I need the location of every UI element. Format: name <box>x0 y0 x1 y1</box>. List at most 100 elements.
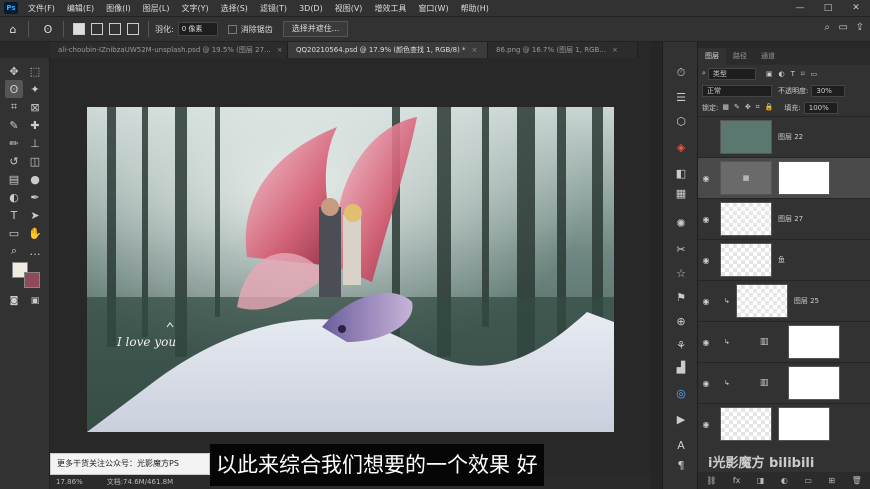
workspace-icon[interactable]: ▭ <box>839 22 848 33</box>
menu-edit[interactable]: 编辑(E) <box>61 3 100 14</box>
brush-panel-icon[interactable]: ✺ <box>672 214 690 232</box>
layer-row[interactable]: ◉ ↳ ▥ <box>698 362 870 403</box>
paragraph-icon[interactable]: ¶ <box>672 456 690 474</box>
menu-file[interactable]: 文件(F) <box>22 3 61 14</box>
add-mask-icon[interactable]: ◨ <box>757 476 765 485</box>
frame-tool-icon[interactable]: ⊠ <box>26 98 44 116</box>
eraser-tool-icon[interactable]: ◫ <box>26 152 44 170</box>
add-selection-icon[interactable] <box>91 23 103 35</box>
menu-type[interactable]: 文字(Y) <box>175 3 214 14</box>
properties-panel-icon[interactable]: ◧ <box>672 164 690 182</box>
antialias-checkbox[interactable] <box>227 24 237 34</box>
subtract-selection-icon[interactable] <box>109 23 121 35</box>
link-layers-icon[interactable]: ⛓ <box>706 476 716 485</box>
document-image[interactable]: I love you <box>87 107 614 432</box>
menu-view[interactable]: 视图(V) <box>329 3 369 14</box>
close-tab-icon[interactable]: × <box>277 46 283 54</box>
eye-icon[interactable]: ◉ <box>698 174 714 183</box>
eye-icon[interactable]: ◉ <box>698 297 714 306</box>
fx-icon[interactable]: fx <box>733 476 741 485</box>
info-panel-icon[interactable]: ⚘ <box>672 336 690 354</box>
eye-icon[interactable]: ◉ <box>698 256 714 265</box>
paragraph-panel-icon[interactable]: ⚑ <box>672 288 690 306</box>
magic-wand-icon[interactable]: ✦ <box>26 80 44 98</box>
background-color-swatch[interactable] <box>24 272 40 288</box>
zoom-tool-icon[interactable]: ⌕ <box>5 242 23 260</box>
close-tab-icon[interactable]: × <box>612 46 618 54</box>
feather-input[interactable]: 0 像素 <box>177 22 218 36</box>
healing-brush-icon[interactable]: ✚ <box>26 116 44 134</box>
close-tab-icon[interactable]: × <box>472 46 478 54</box>
gradient-tool-icon[interactable]: ▤ <box>5 170 23 188</box>
menu-plugins[interactable]: 增效工具 <box>368 3 412 14</box>
play-panel-icon[interactable]: ▶ <box>672 410 690 428</box>
actions-panel-icon[interactable]: ⊕ <box>672 312 690 330</box>
screen-mode-icon[interactable]: ▣ <box>26 292 44 310</box>
home-icon[interactable]: ⌂ <box>4 20 22 38</box>
tab-layers[interactable]: 图层 <box>698 48 726 65</box>
eyedropper-icon[interactable]: ✎ <box>5 116 23 134</box>
tab-document-2[interactable]: QQ20210564.psd @ 17.9% (颜色查找 1, RGB/8) *… <box>288 42 488 58</box>
layer-row[interactable]: ◉ 鱼 <box>698 239 870 280</box>
zoom-level[interactable]: 17.86% <box>56 478 83 486</box>
dodge-tool-icon[interactable]: ◐ <box>5 188 23 206</box>
tab-paths[interactable]: 路径 <box>726 48 754 65</box>
history-panel-icon[interactable]: ⏱ <box>672 64 690 82</box>
eye-icon[interactable]: ◉ <box>698 338 714 347</box>
menu-help[interactable]: 帮助(H) <box>455 3 495 14</box>
minimize-icon[interactable]: — <box>786 0 814 16</box>
tab-channels[interactable]: 通道 <box>754 48 782 65</box>
share-icon[interactable]: ⇪ <box>856 22 864 33</box>
pen-tool-icon[interactable]: ✒ <box>26 188 44 206</box>
layer-row[interactable]: 图层 22 <box>698 116 870 157</box>
libraries-panel-icon[interactable]: ◈ <box>672 138 690 156</box>
group-icon[interactable]: ▭ <box>804 476 812 485</box>
new-selection-icon[interactable] <box>73 23 85 35</box>
new-layer-icon[interactable]: ⊞ <box>828 476 835 485</box>
lasso-tool-icon[interactable]: ʘ <box>5 80 23 98</box>
blur-tool-icon[interactable]: ● <box>26 170 44 188</box>
menu-select[interactable]: 选择(S) <box>215 3 254 14</box>
menu-filter[interactable]: 滤镜(T) <box>254 3 293 14</box>
layer-row[interactable]: ◉ ↳ 图层 25 <box>698 280 870 321</box>
eye-icon[interactable]: ◉ <box>698 215 714 224</box>
marquee-tool-icon[interactable]: ⬚ <box>26 62 44 80</box>
menu-layer[interactable]: 图层(L) <box>137 3 176 14</box>
path-select-icon[interactable]: ➤ <box>26 206 44 224</box>
menu-3d[interactable]: 3D(D) <box>293 4 329 13</box>
blend-mode-select[interactable]: 正常 <box>702 84 772 97</box>
lasso-tool-icon[interactable]: ʘ <box>39 20 57 38</box>
navigator-panel-icon[interactable]: ◎ <box>672 384 690 402</box>
search-icon[interactable]: ⌕ <box>824 22 830 33</box>
eye-icon[interactable]: ◉ <box>698 420 714 429</box>
hand-tool-icon[interactable]: ✋ <box>26 224 44 242</box>
adjustment-layer-icon[interactable]: ◐ <box>781 476 788 485</box>
eye-icon[interactable]: ◉ <box>698 379 714 388</box>
intersect-selection-icon[interactable] <box>127 23 139 35</box>
crop-tool-icon[interactable]: ⌗ <box>5 98 23 116</box>
3d-panel-icon[interactable]: ⬡ <box>672 112 690 130</box>
shape-tool-icon[interactable]: ▭ <box>5 224 23 242</box>
layer-row[interactable]: ◉ ▦ <box>698 157 870 198</box>
brush-tool-icon[interactable]: ✏ <box>5 134 23 152</box>
adjustments-panel-icon[interactable]: ☰ <box>672 88 690 106</box>
layer-row[interactable]: ◉ ↳ ▥ <box>698 321 870 362</box>
fill-input[interactable]: 100% <box>803 101 838 114</box>
layer-row[interactable]: ◉ <box>698 403 870 444</box>
filter-icons[interactable]: ▣◐T⌑▭ <box>766 70 823 78</box>
stamp-tool-icon[interactable]: ⊥ <box>26 134 44 152</box>
quick-mask-icon[interactable]: ◙ <box>5 292 23 310</box>
character-panel-icon[interactable]: A <box>672 436 690 454</box>
lock-icons[interactable]: ▦✎✥⌗🔒 <box>722 103 778 112</box>
select-and-mask-button[interactable]: 选择并遮住... <box>282 21 349 37</box>
type-tool-icon[interactable]: T <box>5 206 23 224</box>
tab-document-1[interactable]: ali-choubin-IZnibzaUW52M-unsplash.psd @ … <box>50 42 288 58</box>
more-tools-icon[interactable]: … <box>26 242 44 260</box>
delete-layer-icon[interactable]: 🗑 <box>852 476 862 485</box>
histogram-panel-icon[interactable]: ▟ <box>672 358 690 376</box>
tool-presets-icon[interactable]: ☆ <box>672 264 690 282</box>
clone-panel-icon[interactable]: ✂ <box>672 240 690 258</box>
tab-document-3[interactable]: 86.png @ 16.7% (图层 1, RGB... × <box>488 42 638 58</box>
menu-image[interactable]: 图像(I) <box>100 3 137 14</box>
move-tool-icon[interactable]: ✥ <box>5 62 23 80</box>
